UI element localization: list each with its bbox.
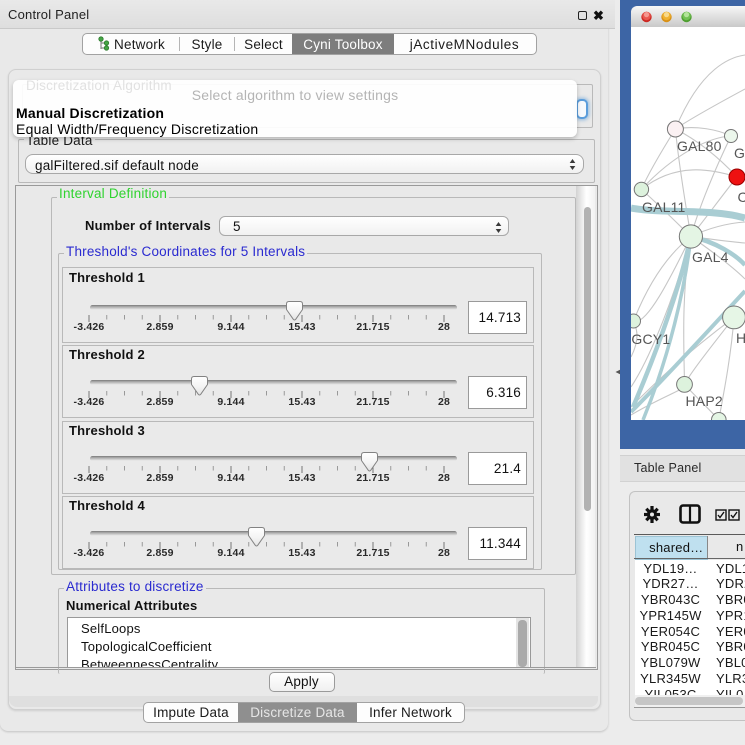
- svg-text:GCY1: GCY1: [631, 331, 670, 347]
- svg-text:H: H: [736, 330, 745, 346]
- svg-text:C: C: [738, 189, 745, 205]
- svg-text:HAP2: HAP2: [686, 393, 723, 409]
- svg-text:G.: G.: [734, 145, 745, 161]
- svg-text:GAL80: GAL80: [677, 138, 722, 154]
- svg-text:GAL11: GAL11: [642, 199, 686, 215]
- svg-text:GAL4: GAL4: [692, 249, 729, 265]
